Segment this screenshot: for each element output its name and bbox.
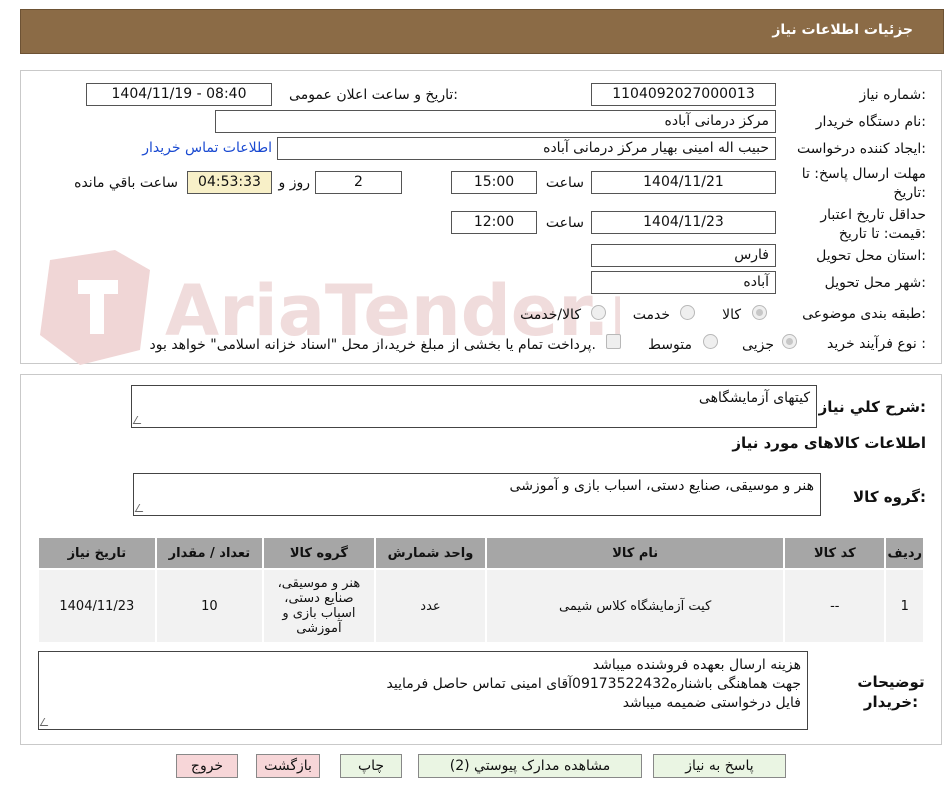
goods-table: ردیف کد کالا نام کالا واحد شمارش گروه کا… [37, 536, 925, 644]
treasury-payment-checkbox[interactable] [606, 334, 621, 349]
buyer-org-field: مرکز درمانی آباده [215, 110, 776, 133]
col-group-header: گروه کالا [262, 536, 376, 570]
category-goods-service-radio[interactable] [591, 305, 606, 320]
province-field: فارس [591, 244, 776, 267]
deadline-time-label: ساعت [545, 175, 584, 191]
province-label: استان محل تحویل: [816, 248, 926, 264]
process-minor-label: جزیی [742, 337, 774, 353]
validity-time-label: ساعت [545, 215, 584, 231]
buyer-notes-label: توضیحات خریدار: [857, 673, 925, 711]
cell-date: 1404/11/23 [37, 568, 157, 644]
creator-label: ایجاد کننده درخواست: [797, 141, 926, 157]
page-title: جزئیات اطلاعات نیاز [772, 22, 913, 38]
deadline-label: مهلت ارسال پاسخ: تا تاریخ: [801, 166, 926, 201]
category-goods-radio[interactable] [752, 305, 767, 320]
deadline-date-field: 1404/11/21 [591, 171, 776, 194]
buyer-org-label: نام دستگاه خریدار: [815, 114, 926, 130]
treasury-payment-note: پرداخت تمام یا بخشی از مبلغ خرید،از محل … [149, 337, 596, 353]
summary-field: کیتهای آزمایشگاهی [131, 385, 817, 428]
goods-group-label: گروه کالا: [853, 488, 926, 506]
col-name-header: نام کالا [485, 536, 786, 570]
city-field: آباده [591, 271, 776, 294]
resize-grip-icon[interactable] [132, 416, 146, 424]
category-goods-service-label: کالا/خدمت [520, 307, 581, 323]
validity-label: حداقل تاریخ اعتبار قیمت: تا تاریخ: [820, 207, 926, 242]
table-header-row: ردیف کد کالا نام کالا واحد شمارش گروه کا… [37, 536, 925, 570]
col-unit-header: واحد شمارش [373, 536, 488, 570]
table-row: 1 -- کیت آزمایشگاه کلاس شیمی عدد هنر و م… [37, 568, 925, 644]
process-medium-label: متوسط [648, 337, 692, 353]
category-service-radio[interactable] [680, 305, 695, 320]
remaining-time-label: ساعت باقي مانده [74, 175, 178, 191]
cell-name: کیت آزمایشگاه کلاس شیمی [485, 568, 786, 644]
announce-label: تاریخ و ساعت اعلان عمومی: [289, 87, 458, 103]
category-label: طبقه بندی موضوعی: [802, 306, 926, 322]
category-goods-label: کالا [722, 307, 741, 323]
goods-group-field: هنر و موسیقی، صنایع دستی، اسباب بازی و آ… [133, 473, 821, 516]
process-label: نوع فرآیند خرید : [827, 336, 926, 352]
need-number-field: 1104092027000013 [591, 83, 776, 106]
cell-code: -- [783, 568, 887, 644]
buyer-contact-link[interactable]: اطلاعات تماس خریدار [142, 140, 272, 156]
print-button[interactable]: چاپ [340, 754, 402, 778]
buyer-note-line: هزینه ارسال بعهده فروشنده میباشد [592, 657, 801, 673]
col-qty-header: تعداد / مقدار [154, 536, 265, 570]
cell-unit: عدد [373, 568, 488, 644]
need-number-label: شماره نیاز: [859, 87, 926, 103]
cell-row: 1 [884, 568, 925, 644]
days-remaining-field: 2 [315, 171, 402, 194]
validity-time-field: 12:00 [451, 211, 537, 234]
back-button[interactable]: بازگشت [256, 754, 320, 778]
deadline-time-field: 15:00 [451, 171, 537, 194]
remaining-time-field: 04:53:33 [187, 171, 272, 194]
process-minor-radio[interactable] [782, 334, 797, 349]
page-header: جزئیات اطلاعات نیاز [20, 9, 944, 54]
buyer-notes-field: هزینه ارسال بعهده فروشنده میباشد جهت هما… [38, 651, 808, 730]
buyer-note-line: فایل درخواستی ضمیمه میباشد [622, 695, 801, 711]
col-date-header: تاریخ نیاز [37, 536, 157, 570]
resize-grip-icon[interactable] [134, 504, 148, 512]
days-label: روز و [278, 175, 311, 191]
validity-date-field: 1404/11/23 [591, 211, 776, 234]
reply-button[interactable]: پاسخ به نیاز [653, 754, 786, 778]
buyer-note-line: جهت هماهنگی باشناره09173522432آقای امینی… [386, 676, 802, 692]
resize-grip-icon[interactable] [39, 718, 53, 726]
process-medium-radio[interactable] [703, 334, 718, 349]
goods-group-text: هنر و موسیقی، صنایع دستی، اسباب بازی و آ… [509, 478, 814, 494]
category-service-label: خدمت [632, 307, 670, 323]
goods-section-title: اطلاعات کالاهای مورد نیاز [732, 434, 926, 452]
cell-group: هنر و موسیقی، صنایع دستی، اسباب بازی و آ… [262, 568, 376, 644]
summary-label: شرح کلي نیاز: [818, 398, 926, 416]
col-code-header: کد کالا [783, 536, 887, 570]
announce-field: 1404/11/19 - 08:40 [86, 83, 272, 106]
attachments-button[interactable]: مشاهده مدارک پیوستي (2) [418, 754, 642, 778]
exit-button[interactable]: خروج [176, 754, 238, 778]
col-row-header: ردیف [884, 536, 925, 570]
cell-qty: 10 [154, 568, 265, 644]
summary-text: کیتهای آزمایشگاهی [698, 390, 810, 406]
city-label: شهر محل تحویل: [824, 275, 926, 291]
creator-field: حبیب اله امینی بهیار مرکز درمانی آباده [277, 137, 776, 160]
